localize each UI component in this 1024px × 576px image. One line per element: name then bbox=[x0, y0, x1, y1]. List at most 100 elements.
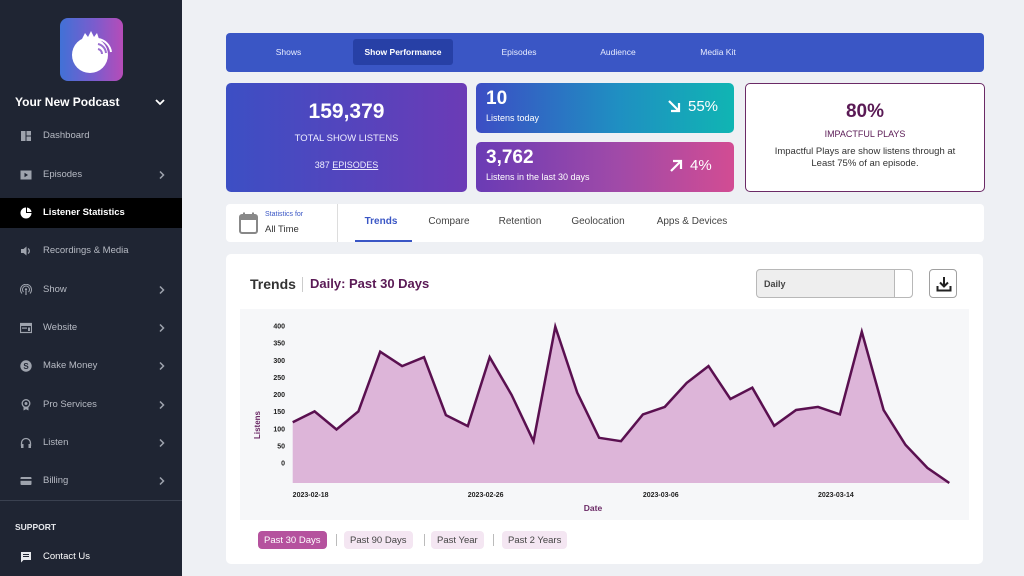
range-separator bbox=[424, 534, 425, 546]
arrow-up-right-icon bbox=[670, 159, 683, 172]
play-icon bbox=[20, 170, 32, 180]
podcast-icon bbox=[20, 284, 32, 295]
sidebar-item-episodes[interactable]: Episodes bbox=[0, 160, 182, 190]
data-point bbox=[444, 414, 447, 417]
range-past-30-days[interactable]: Past 30 Days bbox=[258, 531, 327, 549]
tab-geolocation[interactable]: Geolocation bbox=[571, 216, 624, 227]
data-point bbox=[663, 405, 666, 408]
podcast-logo[interactable] bbox=[60, 18, 123, 81]
sidebar-divider bbox=[0, 500, 182, 501]
sidebar-item-dashboard[interactable]: Dashboard bbox=[0, 121, 182, 151]
sidebar-item-billing[interactable]: Billing bbox=[0, 466, 182, 496]
tab-retention[interactable]: Retention bbox=[499, 216, 542, 227]
episodes-count-value: 387 bbox=[314, 160, 330, 170]
tab-audience[interactable]: Audience bbox=[588, 39, 648, 65]
chevron-right-icon bbox=[159, 438, 165, 448]
top-navigation: Shows Show Performance Episodes Audience… bbox=[226, 33, 984, 72]
description-line: Impactful Plays are show listens through… bbox=[774, 146, 956, 157]
sidebar-item-label: Contact Us bbox=[43, 551, 90, 562]
total-listens-value: 159,379 bbox=[308, 100, 385, 123]
tab-show-performance[interactable]: Show Performance bbox=[353, 39, 453, 65]
range-past-90-days[interactable]: Past 90 Days bbox=[344, 531, 413, 549]
data-point bbox=[313, 410, 316, 413]
impactful-plays-label: IMPACTFUL PLAYS bbox=[824, 129, 906, 139]
data-point bbox=[948, 482, 951, 485]
speaker-icon bbox=[21, 246, 30, 256]
blueberry-logo-icon bbox=[72, 31, 112, 73]
range-past-2-years[interactable]: Past 2 Years bbox=[502, 531, 568, 549]
range-separator bbox=[493, 534, 494, 546]
data-point bbox=[641, 413, 644, 416]
data-point bbox=[882, 408, 885, 411]
award-icon bbox=[21, 399, 31, 411]
money-icon: S bbox=[20, 360, 32, 372]
impactful-plays-value: 80% bbox=[845, 101, 885, 122]
chevron-right-icon bbox=[159, 476, 165, 486]
sidebar-item-label: Listen bbox=[43, 437, 69, 448]
listens-today-label: Listens today bbox=[486, 113, 540, 123]
listens-30-days-change: 4% bbox=[669, 157, 712, 174]
data-point bbox=[860, 330, 863, 333]
chevron-right-icon bbox=[159, 170, 165, 180]
sidebar-item-listen[interactable]: Listen bbox=[0, 428, 182, 458]
data-point bbox=[466, 425, 469, 428]
data-point bbox=[751, 386, 754, 389]
tab-shows[interactable]: Shows bbox=[261, 39, 316, 65]
chevron-down-icon[interactable] bbox=[154, 97, 166, 107]
sidebar-item-label: Billing bbox=[43, 475, 69, 486]
listens-today-change-value: 55% bbox=[688, 98, 719, 115]
active-tab-indicator bbox=[355, 240, 412, 242]
data-point bbox=[532, 440, 535, 443]
sidebar-item-recordings-media[interactable]: Recordings & Media bbox=[0, 236, 182, 266]
headphones-icon bbox=[20, 437, 32, 448]
chart-area: 0 50 100 150 200 250 300 350 400 2023-02-18 2023-0… bbox=[240, 309, 969, 520]
listens-today-value: 10 bbox=[486, 88, 508, 109]
statistics-for-label: Statistics for bbox=[265, 211, 304, 218]
episodes-link[interactable]: EPISODES bbox=[332, 160, 378, 170]
trends-title: Trends bbox=[250, 276, 296, 292]
sidebar-item-listener-statistics[interactable]: Listener Statistics bbox=[0, 198, 182, 228]
sidebar-item-make-money[interactable]: S Make Money bbox=[0, 351, 182, 381]
podcast-name[interactable]: Your New Podcast bbox=[15, 95, 119, 109]
sidebar-item-label: Recordings & Media bbox=[43, 245, 129, 256]
tab-episodes[interactable]: Episodes bbox=[489, 39, 549, 65]
trends-card: Trends Daily: Past 30 Days Daily 0 50 100 1… bbox=[226, 254, 983, 564]
download-icon bbox=[936, 277, 952, 292]
sidebar-item-label: Pro Services bbox=[43, 399, 97, 410]
interval-select[interactable]: Daily bbox=[756, 269, 913, 298]
download-button[interactable] bbox=[929, 269, 957, 298]
sidebar-item-contact-us[interactable]: Contact Us bbox=[0, 542, 182, 572]
data-point bbox=[838, 413, 841, 416]
data-point bbox=[554, 325, 557, 328]
y-tick-label: 250 bbox=[273, 375, 285, 382]
y-tick-label: 350 bbox=[273, 341, 285, 348]
analysis-tabs-bar: Statistics for All Time Trends Compare R… bbox=[226, 204, 984, 242]
data-point bbox=[816, 405, 819, 408]
browser-icon bbox=[20, 322, 32, 334]
statistics-period[interactable]: All Time bbox=[265, 224, 299, 235]
x-tick-label: 2023-03-14 bbox=[818, 492, 854, 499]
sidebar-item-label: Dashboard bbox=[43, 130, 90, 141]
trends-chart: 0 50 100 150 200 250 300 350 400 2023-02-18 2023-0… bbox=[253, 321, 951, 513]
tab-apps-devices[interactable]: Apps & Devices bbox=[657, 216, 728, 227]
area-fill bbox=[292, 326, 950, 483]
calendar-icon[interactable] bbox=[239, 212, 258, 235]
data-point bbox=[598, 436, 601, 439]
y-tick-label: 0 bbox=[281, 461, 285, 468]
tab-compare[interactable]: Compare bbox=[428, 216, 469, 227]
tab-trends[interactable]: Trends bbox=[365, 216, 398, 227]
data-point bbox=[795, 408, 798, 411]
chevron-right-icon bbox=[159, 323, 165, 333]
range-past-year[interactable]: Past Year bbox=[431, 531, 484, 549]
tab-media-kit[interactable]: Media Kit bbox=[688, 39, 748, 65]
impactful-plays-card: 80% IMPACTFUL PLAYS Impactful Plays are … bbox=[745, 83, 985, 192]
sidebar-item-pro-services[interactable]: Pro Services bbox=[0, 390, 182, 420]
sidebar-item-show[interactable]: Show bbox=[0, 275, 182, 305]
sidebar: Your New Podcast Dashboard Episodes List… bbox=[0, 0, 182, 576]
sidebar-item-website[interactable]: Website bbox=[0, 313, 182, 343]
interval-select-value: Daily bbox=[764, 279, 786, 289]
listens-today-card: 10 Listens today 55% bbox=[476, 83, 734, 133]
listens-30-days-change-value: 4% bbox=[690, 157, 712, 174]
listens-30-days-card: 3,762 Listens in the last 30 days 4% bbox=[476, 142, 734, 192]
x-axis-label: Date bbox=[584, 503, 603, 513]
